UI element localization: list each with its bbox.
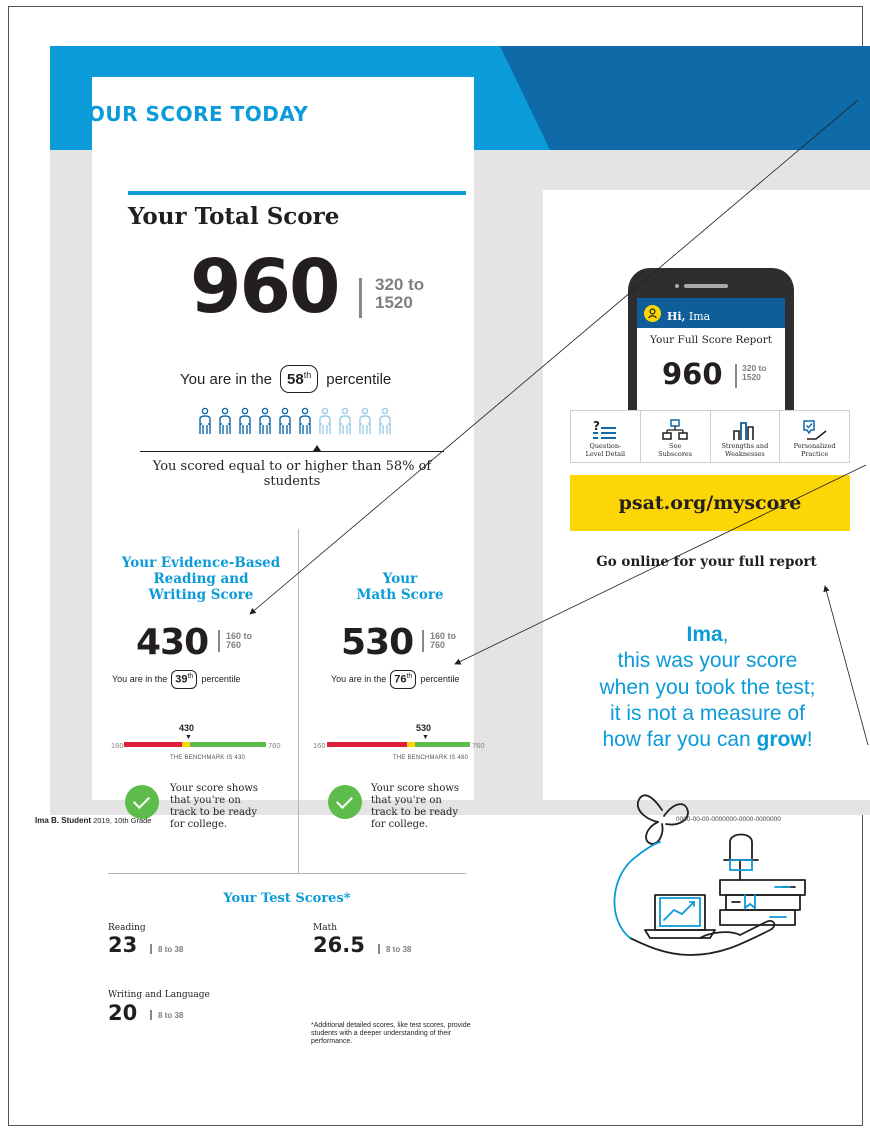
- arrow-to-go-online: [823, 585, 869, 746]
- annotation-arrows: [249, 99, 869, 746]
- arrow-to-math: [454, 464, 867, 665]
- arrow-to-ebrw: [249, 99, 859, 615]
